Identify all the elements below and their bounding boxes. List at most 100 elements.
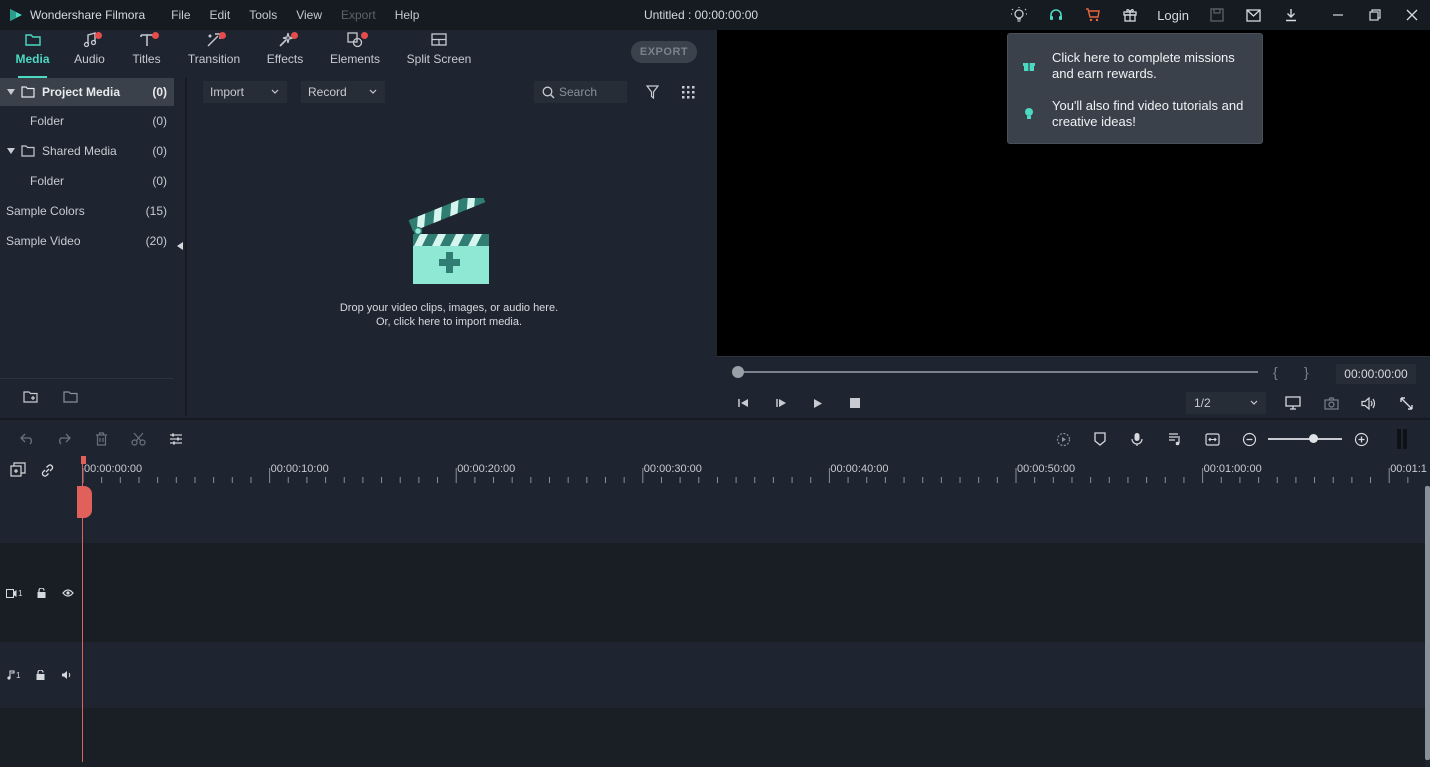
sidebar-item-label: Sample Colors (6, 204, 85, 218)
caret-down-icon (7, 89, 15, 95)
restore-button[interactable] (1356, 0, 1393, 30)
sidebar-item-sample-colors[interactable]: Sample Colors (15) (0, 197, 174, 225)
zoom-slider-track[interactable] (1268, 438, 1342, 440)
tooltip-row-tutorials: You'll also find video tutorials and cre… (1022, 98, 1252, 130)
sidebar-item-label: Project Media (42, 85, 121, 99)
collapse-sidebar-icon[interactable] (177, 242, 183, 250)
menu-edit[interactable]: Edit (210, 8, 231, 22)
sidebar-item-folder[interactable]: Folder (0) (0, 167, 174, 195)
bulb-icon[interactable] (1000, 0, 1037, 30)
menu-file[interactable]: File (171, 8, 190, 22)
sidebar-footer (0, 378, 174, 416)
record-dropdown[interactable]: Record (301, 81, 385, 103)
snapshot-button[interactable] (1321, 395, 1341, 411)
new-folder-icon[interactable] (23, 390, 39, 404)
mark-out-button[interactable]: } (1304, 364, 1309, 380)
tab-audio[interactable]: Audio (61, 30, 118, 78)
playhead-marker[interactable] (77, 486, 92, 518)
auto-fit-button[interactable] (1203, 430, 1221, 448)
audio-mixer-button[interactable] (1166, 430, 1184, 448)
zoom-slider-handle[interactable] (1309, 434, 1318, 443)
drop-line-2: Or, click here to import media. (375, 316, 523, 328)
marker-button[interactable] (1091, 430, 1109, 448)
speaker-icon[interactable] (61, 670, 72, 680)
undo-button[interactable] (18, 430, 36, 448)
preview-scrub-handle[interactable] (732, 366, 744, 378)
login-button[interactable]: Login (1148, 8, 1198, 23)
tab-elements[interactable]: Elements (317, 30, 393, 78)
missions-tooltip[interactable]: Click here to complete missions and earn… (1007, 33, 1263, 144)
tab-titles[interactable]: Titles (118, 30, 175, 78)
redo-button[interactable] (54, 430, 72, 448)
link-icon[interactable] (40, 463, 55, 478)
tab-split-screen[interactable]: Split Screen (393, 30, 485, 78)
eye-icon[interactable] (62, 589, 75, 597)
sidebar-item-folder[interactable]: Folder (0) (0, 107, 174, 135)
library-tabs: Media Audio Titles Transition Effects El… (0, 30, 716, 78)
video-track[interactable] (0, 543, 1425, 642)
headset-icon[interactable] (1037, 0, 1074, 30)
prev-frame-button[interactable] (733, 395, 753, 411)
zoom-out-button[interactable] (1240, 430, 1258, 448)
ruler-label: 00:00:20:00 (457, 463, 516, 475)
close-button[interactable] (1393, 0, 1430, 30)
mail-icon[interactable] (1235, 0, 1272, 30)
tab-media[interactable]: Media (4, 30, 61, 78)
sidebar-item-count: (0) (152, 114, 167, 128)
delete-button[interactable] (92, 430, 110, 448)
minimize-button[interactable] (1319, 0, 1356, 30)
menu-tools[interactable]: Tools (249, 8, 277, 22)
new-badge (219, 32, 226, 39)
zoom-out-icon (1242, 432, 1256, 446)
clapperboard-import-icon[interactable] (408, 198, 492, 288)
zoom-in-icon (1354, 432, 1368, 446)
save-icon[interactable] (1198, 0, 1235, 30)
preview-ratio-select[interactable]: 1/2 (1186, 392, 1266, 414)
tab-transition[interactable]: Transition (175, 30, 253, 78)
fullscreen-button[interactable] (1396, 395, 1416, 411)
export-button[interactable]: EXPORT (631, 41, 697, 63)
download-icon[interactable] (1272, 0, 1309, 30)
folder-icon (24, 34, 41, 46)
cut-button[interactable] (129, 430, 147, 448)
play-icon (814, 398, 822, 408)
folder-icon[interactable] (63, 390, 79, 404)
render-preview-button[interactable] (1054, 430, 1072, 448)
gift-icon[interactable] (1111, 0, 1148, 30)
menu-help[interactable]: Help (395, 8, 420, 22)
play-button[interactable] (808, 395, 828, 411)
audio-track[interactable] (0, 642, 1425, 708)
sidebar-item-sample-video[interactable]: Sample Video (20) (0, 227, 174, 255)
menu-view[interactable]: View (296, 8, 322, 22)
ruler-label: 00:00:40:00 (830, 463, 889, 475)
drop-zone-text[interactable]: Drop your video clips, images, or audio … (189, 301, 709, 329)
add-track-icon[interactable] (10, 462, 26, 478)
ruler-label: 00:00:50:00 (1017, 463, 1076, 475)
lock-icon[interactable] (36, 670, 45, 680)
sidebar-item-shared-media[interactable]: Shared Media (0) (0, 137, 174, 165)
stop-button[interactable] (845, 395, 865, 411)
volume-button[interactable] (1358, 395, 1378, 411)
search-input[interactable]: Search (534, 81, 627, 103)
next-frame-button[interactable] (771, 395, 791, 411)
filter-icon[interactable] (646, 85, 659, 99)
timeline-vertical-scrollbar[interactable] (1425, 486, 1430, 760)
cart-icon[interactable] (1074, 0, 1111, 30)
import-dropdown[interactable]: Import (203, 81, 287, 103)
timeline-panel-handle[interactable] (1393, 429, 1411, 449)
tab-effects[interactable]: Effects (253, 30, 317, 78)
lock-icon[interactable] (37, 588, 46, 598)
sidebar-item-project-media[interactable]: Project Media (0) (0, 78, 174, 106)
grid-view-icon[interactable] (682, 86, 695, 99)
adjust-button[interactable] (167, 430, 185, 448)
tab-audio-label: Audio (74, 52, 105, 66)
preview-scrub-track[interactable] (737, 371, 1258, 373)
playhead-cap[interactable] (81, 456, 86, 464)
display-settings-button[interactable] (1283, 395, 1303, 411)
zoom-in-button[interactable] (1352, 430, 1370, 448)
pause-bars-icon (1397, 429, 1407, 449)
voiceover-button[interactable] (1128, 430, 1146, 448)
tab-titles-label: Titles (132, 52, 161, 66)
mark-in-button[interactable]: { (1273, 364, 1278, 380)
tab-effects-label: Effects (266, 52, 304, 66)
